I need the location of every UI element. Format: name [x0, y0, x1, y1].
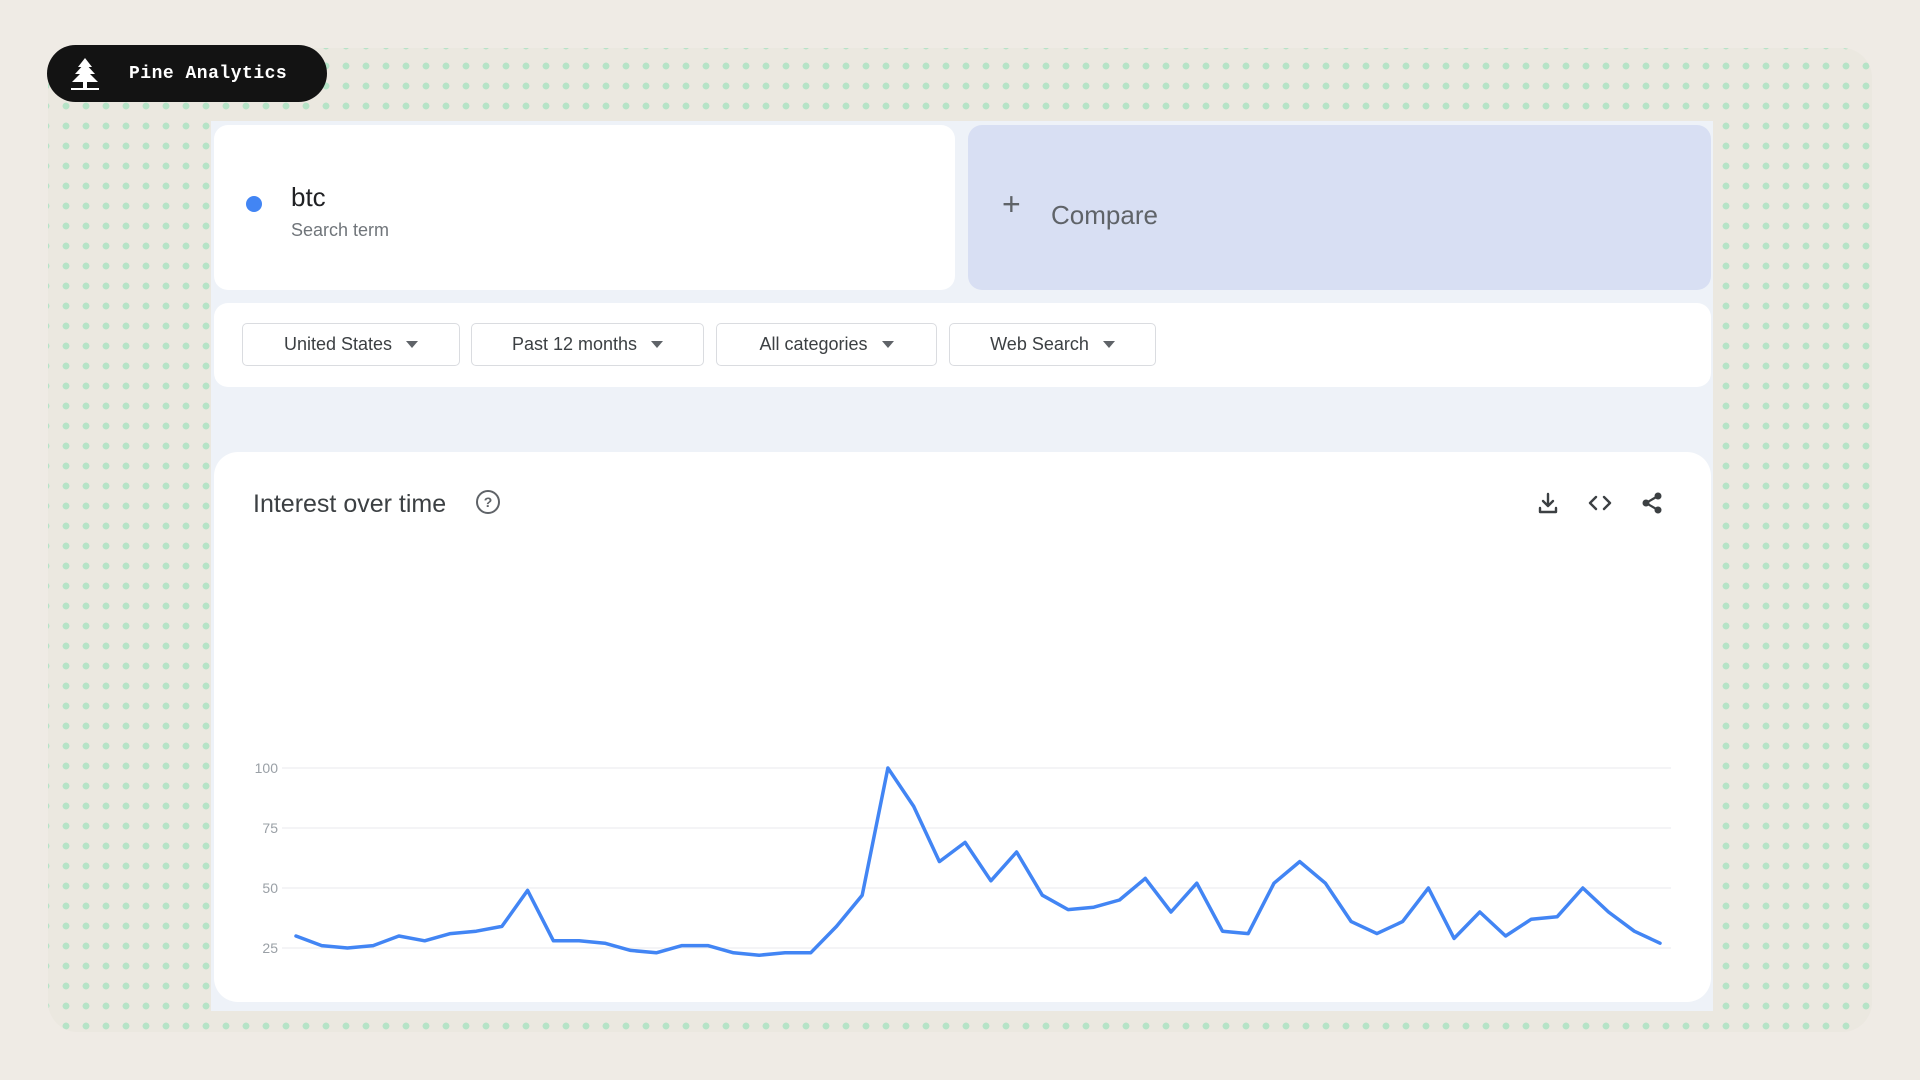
caret-down-icon — [1102, 341, 1115, 348]
y-tick-label: 100 — [255, 760, 279, 776]
plus-icon: + — [1002, 186, 1021, 222]
filter-category[interactable]: All categories — [716, 323, 937, 366]
search-term-card[interactable]: btc Search term — [214, 125, 955, 290]
pine-tree-icon — [63, 52, 107, 96]
y-tick-label: 75 — [262, 820, 278, 836]
filter-search-type-label: Web Search — [990, 334, 1089, 354]
interest-line-chart: 255075100Jun 2, 2024Sep 29, 2024Jan 26, … — [255, 760, 1671, 957]
series-line-btc — [294, 766, 1662, 957]
y-tick-label: 25 — [262, 940, 278, 956]
filter-region[interactable]: United States — [242, 323, 460, 366]
filter-search-type[interactable]: Web Search — [949, 323, 1156, 366]
caret-down-icon — [406, 341, 419, 348]
filter-time-label: Past 12 months — [511, 334, 638, 354]
compare-button[interactable]: + Compare — [968, 125, 1711, 290]
interest-over-time-card: Interest over time ? 25 50 75 100 — [214, 452, 1711, 1002]
caret-down-icon — [651, 341, 664, 348]
filter-time-range[interactable]: Past 12 months — [471, 323, 704, 366]
term-color-dot — [246, 196, 262, 212]
brand-name: Pine Analytics — [129, 63, 288, 84]
filter-bar: United States Past 12 months All categor… — [214, 303, 1711, 387]
compare-label: Compare — [1051, 200, 1158, 230]
caret-down-icon — [881, 341, 894, 348]
search-term[interactable]: btc — [291, 182, 326, 213]
filter-category-label: All categories — [759, 334, 868, 354]
y-tick-label: 50 — [262, 880, 278, 896]
brand-badge: Pine Analytics — [47, 45, 327, 102]
filter-region-label: United States — [283, 334, 393, 354]
search-term-type: Search term — [291, 220, 390, 240]
trends-panel: btc Search term + Compare United States … — [211, 121, 1713, 1011]
